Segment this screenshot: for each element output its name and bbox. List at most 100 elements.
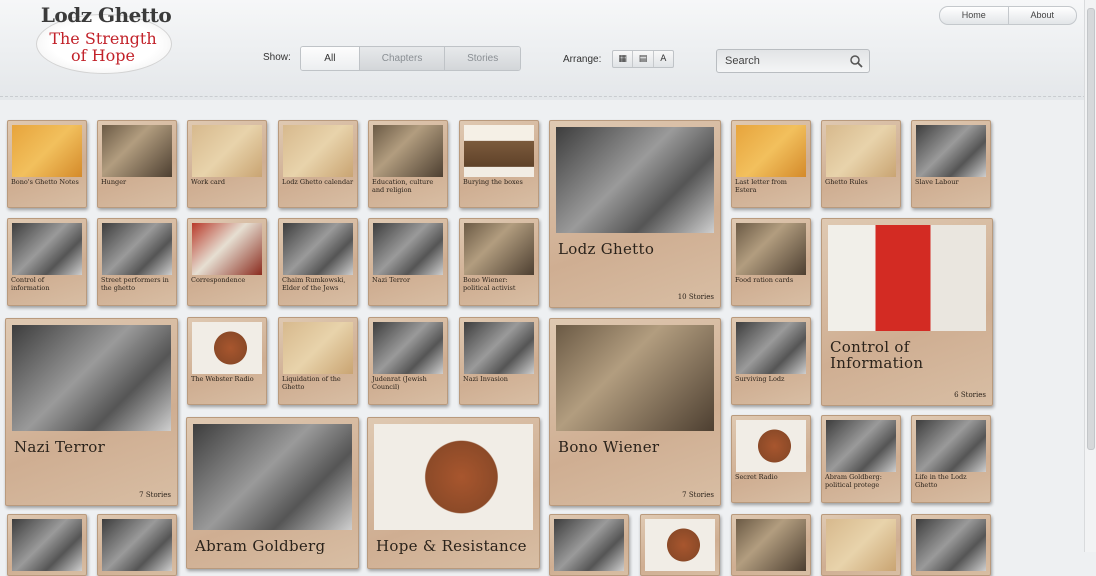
story-card[interactable]: Correspondence — [187, 218, 267, 306]
story-title: Liquidation of the Ghetto — [282, 375, 341, 391]
story-thumbnail — [373, 322, 443, 374]
story-thumbnail — [192, 125, 262, 177]
scrollbar-thumb[interactable] — [1087, 8, 1095, 450]
story-title: Secret Radio — [735, 473, 778, 481]
story-title: The Webster Radio — [191, 375, 254, 383]
story-card[interactable] — [821, 514, 901, 576]
story-card[interactable]: Street performers in the ghetto — [97, 218, 177, 306]
story-title: Nazi Terror — [372, 276, 411, 284]
chapter-story-count: 10 Stories — [677, 293, 714, 301]
chapter-card[interactable]: Bono Wiener 7 Stories — [549, 318, 721, 506]
chapter-thumbnail — [828, 225, 986, 331]
chapter-story-count: 7 Stories — [139, 491, 171, 499]
story-thumbnail — [736, 223, 806, 275]
chapter-story-count: 7 Stories — [682, 491, 714, 499]
story-thumbnail — [645, 519, 715, 571]
story-title: Slave Labour — [915, 178, 959, 186]
story-title: Abram Goldberg: political protege — [825, 473, 882, 489]
chapter-title: Bono Wiener — [558, 438, 660, 456]
story-thumbnail — [826, 420, 896, 472]
story-card[interactable]: Food ration cards — [731, 218, 811, 306]
story-title: Correspondence — [191, 276, 246, 284]
story-title: Bono's Ghetto Notes — [11, 178, 79, 186]
chapter-title: Control of Information — [830, 338, 924, 372]
story-card[interactable] — [731, 514, 811, 576]
story-thumbnail — [554, 519, 624, 571]
story-title: Hunger — [101, 178, 127, 186]
story-card[interactable]: Work card — [187, 120, 267, 208]
story-card[interactable] — [549, 514, 629, 576]
story-card[interactable]: Liquidation of the Ghetto — [278, 317, 358, 405]
chapter-title: Nazi Terror — [14, 438, 106, 456]
story-thumbnail — [102, 223, 172, 275]
story-card[interactable]: Surviving Lodz — [731, 317, 811, 405]
story-thumbnail — [736, 420, 806, 472]
story-title: Control of information — [11, 276, 50, 292]
story-card[interactable]: Education, culture and religion — [368, 120, 448, 208]
chapter-card[interactable]: Nazi Terror 7 Stories — [5, 318, 178, 506]
story-title: Education, culture and religion — [372, 178, 434, 194]
story-thumbnail — [464, 125, 534, 177]
story-thumbnail — [736, 125, 806, 177]
story-title: Lodz Ghetto calendar — [282, 178, 354, 186]
story-card[interactable]: Abram Goldberg: political protege — [821, 415, 901, 503]
story-thumbnail — [736, 322, 806, 374]
story-thumbnail — [916, 420, 986, 472]
story-card[interactable]: Bono Wiener: political activist — [459, 218, 539, 306]
story-card[interactable] — [640, 514, 720, 576]
story-title: Ghetto Rules — [825, 178, 868, 186]
story-card[interactable]: Judenrat (Jewish Council) — [368, 317, 448, 405]
story-title: Judenrat (Jewish Council) — [372, 375, 427, 391]
story-thumbnail — [373, 125, 443, 177]
story-card[interactable]: Nazi Invasion — [459, 317, 539, 405]
story-thumbnail — [826, 519, 896, 571]
story-thumbnail — [192, 223, 262, 275]
chapter-thumbnail — [374, 424, 533, 530]
story-title: Life in the Lodz Ghetto — [915, 473, 967, 489]
story-card[interactable] — [97, 514, 177, 576]
story-title: Work card — [191, 178, 226, 186]
story-thumbnail — [283, 322, 353, 374]
chapter-thumbnail — [556, 127, 714, 233]
story-thumbnail — [373, 223, 443, 275]
chapter-card[interactable]: Lodz Ghetto 10 Stories — [549, 120, 721, 308]
chapter-card[interactable]: Control of Information 6 Stories — [821, 218, 993, 406]
story-card[interactable]: Slave Labour — [911, 120, 991, 208]
chapter-story-count: 6 Stories — [954, 391, 986, 399]
story-card[interactable]: Bono's Ghetto Notes — [7, 120, 87, 208]
story-card[interactable]: Burying the boxes — [459, 120, 539, 208]
story-title: Street performers in the ghetto — [101, 276, 169, 292]
story-card[interactable]: Life in the Lodz Ghetto — [911, 415, 991, 503]
story-title: Chaim Rumkowski, Elder of the Jews — [282, 276, 346, 292]
story-thumbnail — [826, 125, 896, 177]
story-title: Food ration cards — [735, 276, 794, 284]
story-card[interactable] — [911, 514, 991, 576]
story-title: Nazi Invasion — [463, 375, 508, 383]
vertical-scrollbar[interactable] — [1084, 0, 1096, 552]
story-card[interactable]: Last letter from Estera — [731, 120, 811, 208]
story-thumbnail — [12, 519, 82, 571]
story-card[interactable]: Ghetto Rules — [821, 120, 901, 208]
story-thumbnail — [464, 322, 534, 374]
story-card[interactable]: Lodz Ghetto calendar — [278, 120, 358, 208]
story-grid: Bono's Ghetto Notes Hunger Work card Lod… — [0, 0, 1084, 576]
story-thumbnail — [916, 519, 986, 571]
story-card[interactable]: Control of information — [7, 218, 87, 306]
story-card[interactable]: The Webster Radio — [187, 317, 267, 405]
story-thumbnail — [916, 125, 986, 177]
story-thumbnail — [12, 125, 82, 177]
chapter-card[interactable]: Abram Goldberg — [186, 417, 359, 569]
chapter-card[interactable]: Hope & Resistance — [367, 417, 540, 569]
story-card[interactable]: Chaim Rumkowski, Elder of the Jews — [278, 218, 358, 306]
story-thumbnail — [102, 125, 172, 177]
story-thumbnail — [283, 125, 353, 177]
story-thumbnail — [464, 223, 534, 275]
story-card[interactable]: Nazi Terror — [368, 218, 448, 306]
chapter-title: Lodz Ghetto — [558, 240, 655, 258]
story-card[interactable]: Secret Radio — [731, 415, 811, 503]
story-title: Last letter from Estera — [735, 178, 787, 194]
story-card[interactable]: Hunger — [97, 120, 177, 208]
story-thumbnail — [12, 223, 82, 275]
story-card[interactable] — [7, 514, 87, 576]
story-thumbnail — [736, 519, 806, 571]
